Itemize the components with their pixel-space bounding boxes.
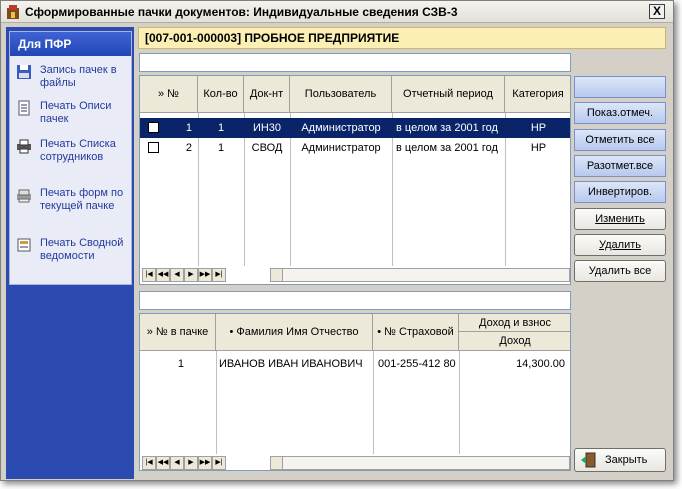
horizontal-scrollbar[interactable] — [270, 456, 570, 470]
row-category: НР — [530, 142, 547, 154]
row-period: в целом за 2001 год — [396, 122, 498, 134]
column-header-quantity[interactable]: Кол-во — [198, 76, 244, 113]
grid-navigator: |◀ ◀◀ ◀ ▶ ▶▶ ▶| — [142, 456, 226, 470]
next-record-button[interactable]: ▶ — [184, 268, 198, 282]
floppy-disk-icon — [17, 65, 31, 79]
row-quantity: 1 — [217, 142, 225, 154]
table-row[interactable]: 1 ИВАНОВ ИВАН ИВАНОВИЧ 001-255-412 80 14… — [140, 354, 570, 374]
next-record-button[interactable]: ▶ — [184, 456, 198, 470]
row-document: СВОД — [251, 142, 283, 154]
prev-page-button[interactable]: ◀◀ — [156, 456, 170, 470]
row-number: 2 — [185, 142, 192, 154]
sidebar-item-label: Запись пачек в файлы — [40, 64, 117, 89]
summary-sheet-icon — [17, 238, 31, 252]
column-header-income-and-contribution[interactable]: Доход и взнос — [459, 314, 570, 332]
top-filter-field[interactable] — [139, 53, 571, 72]
show-marked-button[interactable]: Показ.отмеч. — [574, 102, 666, 124]
table-row[interactable]: 1 1 ИН30 Администратор в целом за 2001 г… — [140, 118, 570, 138]
delete-button[interactable]: Удалить — [574, 234, 666, 256]
row-number: 1 — [185, 122, 192, 134]
row-number: 1 — [177, 358, 184, 370]
row-document: ИН30 — [252, 122, 282, 134]
table-row[interactable]: 2 1 СВОД Администратор в целом за 2001 г… — [140, 138, 570, 158]
first-record-button[interactable]: |◀ — [142, 268, 156, 282]
edit-button-label: Изменить — [595, 213, 645, 225]
sidebar-panel: Для ПФР Запись пачек в файлы Печать Опис… — [9, 31, 132, 285]
company-header: [007-001-000003] ПРОБНОЕ ПРЕДПРИЯТИЕ — [138, 27, 666, 49]
row-user: Администратор — [301, 122, 381, 134]
delete-all-button[interactable]: Удалить все — [574, 260, 666, 282]
row-checkbox[interactable] — [148, 122, 159, 133]
delete-button-label: Удалить — [599, 239, 641, 251]
last-record-button[interactable]: ▶| — [212, 456, 226, 470]
row-period: в целом за 2001 год — [396, 142, 498, 154]
column-header-number[interactable]: » № — [140, 76, 198, 113]
door-exit-icon — [581, 452, 596, 468]
grid-navigator: |◀ ◀◀ ◀ ▶ ▶▶ ▶| — [142, 268, 226, 282]
window-title: Сформированные пачки документов: Индивид… — [25, 5, 458, 19]
app-icon — [7, 5, 19, 19]
employees-grid: » № в пачке • Фамилия Имя Отчество • № С… — [139, 313, 571, 471]
sidebar-item-label: Печать Сводной ведомости — [40, 237, 124, 262]
mark-all-button[interactable]: Отметить все — [574, 129, 666, 151]
column-header-user[interactable]: Пользователь — [290, 76, 392, 113]
prev-page-button[interactable]: ◀◀ — [156, 268, 170, 282]
row-checkbox[interactable] — [148, 142, 159, 153]
printer-icon — [17, 139, 31, 154]
sidebar-item-label: Печать Описи пачек — [40, 100, 112, 125]
column-header-insurance-number[interactable]: • № Страховой — [373, 314, 459, 351]
close-window-button[interactable]: X — [649, 4, 665, 19]
scroll-thumb[interactable] — [271, 457, 283, 469]
row-quantity: 1 — [217, 122, 225, 134]
next-page-button[interactable]: ▶▶ — [198, 268, 212, 282]
prev-record-button[interactable]: ◀ — [170, 268, 184, 282]
first-record-button[interactable]: |◀ — [142, 456, 156, 470]
main-window: Сформированные пачки документов: Индивид… — [0, 0, 674, 481]
close-button-label: Закрыть — [605, 454, 648, 466]
close-button[interactable]: Закрыть — [574, 448, 666, 472]
bottom-filter-field[interactable] — [139, 291, 571, 310]
sidebar-header: Для ПФР — [10, 32, 131, 56]
edit-button[interactable]: Изменить — [574, 208, 666, 230]
row-category: НР — [530, 122, 547, 134]
blank-button[interactable] — [574, 76, 666, 98]
sidebar-item-label: Печать форм по текущей пачке — [40, 187, 124, 212]
last-record-button[interactable]: ▶| — [212, 268, 226, 282]
row-insurance-number: 001-255-412 80 — [378, 358, 456, 370]
printer-gray-icon — [17, 189, 31, 203]
unmark-all-button[interactable]: Разотмет.все — [574, 155, 666, 177]
row-user: Администратор — [301, 142, 381, 154]
invert-button[interactable]: Инвертиров. — [574, 181, 666, 203]
horizontal-scrollbar[interactable] — [270, 268, 570, 282]
row-income: 14,300.00 — [516, 358, 565, 370]
column-header-income[interactable]: Доход — [459, 332, 570, 351]
next-page-button[interactable]: ▶▶ — [198, 456, 212, 470]
packets-grid: » № Кол-во Док-нт Пользователь Отчетный … — [139, 75, 571, 285]
prev-record-button[interactable]: ◀ — [170, 456, 184, 470]
column-header-period[interactable]: Отчетный период — [392, 76, 505, 113]
document-list-icon — [18, 100, 30, 116]
column-header-category[interactable]: Категория — [505, 76, 570, 113]
row-full-name: ИВАНОВ ИВАН ИВАНОВИЧ — [219, 358, 363, 370]
title-bar: Сформированные пачки документов: Индивид… — [1, 1, 673, 23]
column-header-full-name[interactable]: • Фамилия Имя Отчество — [216, 314, 373, 351]
column-header-document[interactable]: Док-нт — [244, 76, 290, 113]
column-header-number-in-packet[interactable]: » № в пачке — [140, 314, 216, 351]
sidebar-item-label: Печать Списка сотрудников — [40, 138, 116, 163]
scroll-thumb[interactable] — [271, 269, 283, 281]
